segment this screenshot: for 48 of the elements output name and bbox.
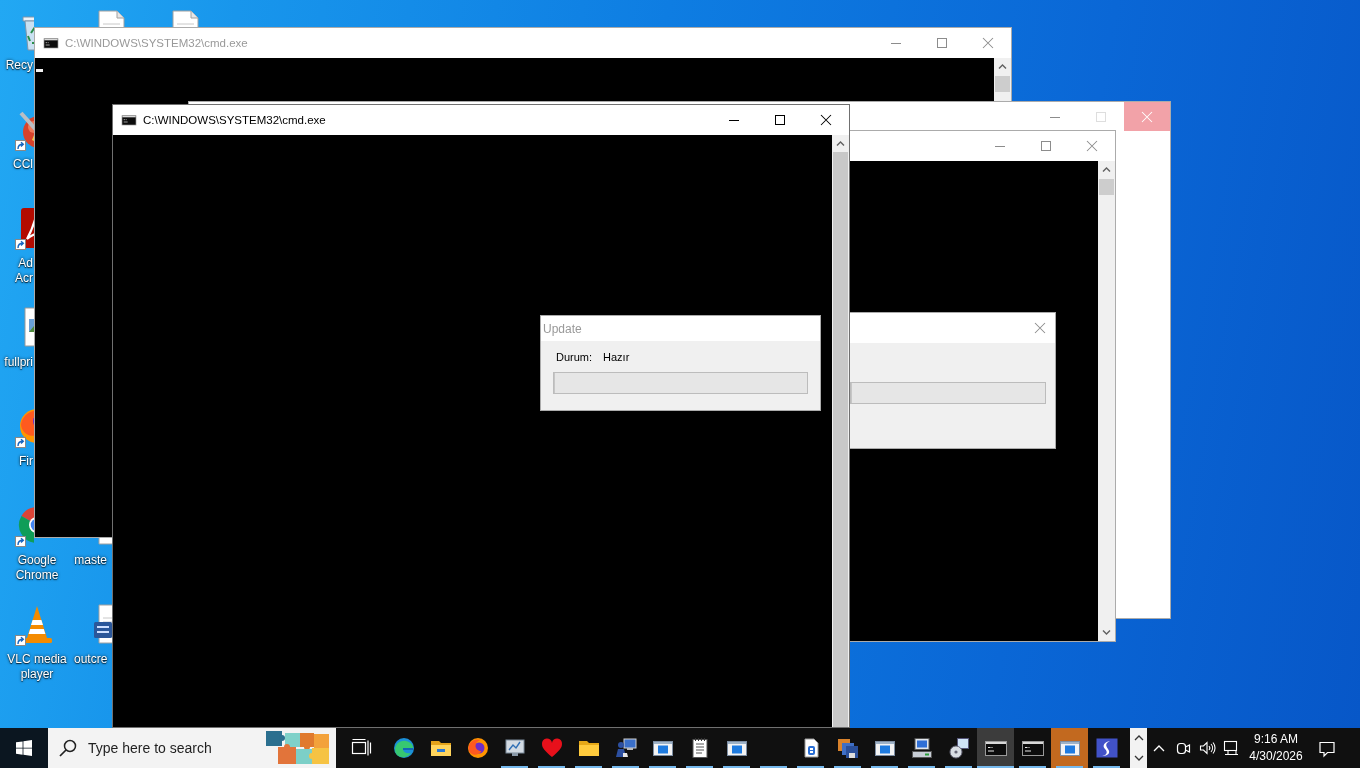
disc-icon: [946, 736, 971, 760]
flame-globe-icon: [465, 736, 490, 760]
computer-icon: [613, 736, 638, 760]
taskbar-scroller[interactable]: [1130, 728, 1147, 768]
console-icon: [121, 112, 137, 128]
icon-label[interactable]: maste: [74, 553, 107, 568]
icon-label[interactable]: VLC media player: [7, 652, 67, 682]
scrollbar-thumb[interactable]: [995, 76, 1010, 92]
four-panes-icon: [16, 740, 32, 756]
icon-label[interactable]: outcre: [74, 652, 107, 667]
swirl-circle-icon: [391, 736, 416, 760]
search-icon: [58, 738, 78, 758]
close-icon: [821, 115, 831, 125]
maximize-icon: [775, 115, 785, 125]
taskbar-button[interactable]: [977, 728, 1014, 768]
status-value: Hazır: [603, 351, 630, 363]
icon-label[interactable]: Recy: [0, 58, 33, 73]
icon-label[interactable]: fullpri: [0, 355, 33, 370]
floppy-disk-icon: [835, 736, 860, 760]
icon-label[interactable]: CCl: [0, 157, 33, 172]
close-icon: [1035, 323, 1045, 333]
maximize-icon: [1041, 141, 1051, 151]
close-icon: [1087, 141, 1097, 151]
window-title: Update: [543, 321, 582, 336]
maximize-icon: [1096, 111, 1106, 122]
scrollbar[interactable]: [1098, 161, 1115, 641]
maximize-icon: [937, 38, 947, 48]
computer-icon: [909, 736, 934, 760]
console-icon: [43, 35, 59, 51]
icon-label[interactable]: Ad Acr: [0, 256, 33, 286]
icon-label[interactable]: Fir: [0, 454, 33, 469]
search-input[interactable]: Type here to search: [88, 736, 264, 760]
swirl-tile-icon: [1094, 736, 1119, 760]
clock-date[interactable]: 4/30/2026: [1249, 748, 1303, 765]
start-button[interactable]: [0, 728, 48, 768]
icon-label[interactable]: Google Chrome: [15, 553, 59, 583]
status-label: Durum:: [556, 351, 593, 363]
heart-icon: [539, 736, 564, 760]
puzzle-icon: [264, 731, 330, 765]
window-title: C:\WINDOWS\SYSTEM32\cmd.exe: [143, 114, 326, 126]
speaker-icon[interactable]: [1198, 739, 1216, 757]
scrollbar-thumb[interactable]: [1099, 179, 1114, 195]
search-field[interactable]: Type here to search: [48, 728, 336, 768]
network-icon[interactable]: [1222, 739, 1240, 757]
clock-time[interactable]: 9:16 AM: [1254, 731, 1298, 748]
window-title: C:\WINDOWS\SYSTEM32\cmd.exe: [65, 37, 248, 49]
close-icon: [983, 38, 993, 48]
close-icon: [1142, 111, 1152, 122]
